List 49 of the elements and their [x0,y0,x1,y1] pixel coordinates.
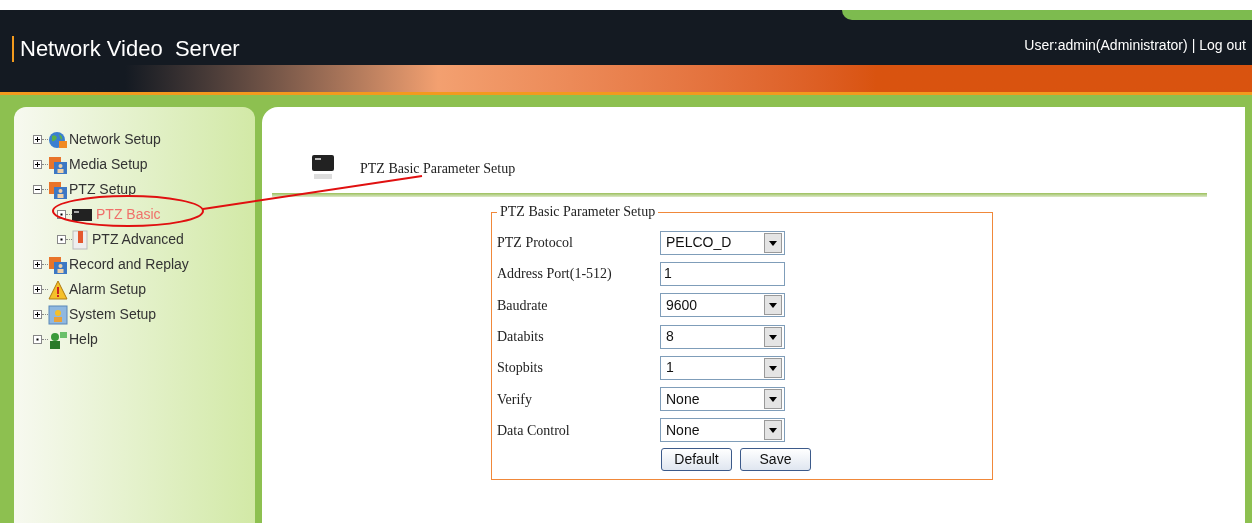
tree-item[interactable]: Alarm Setup [69,279,147,300]
expand-icon[interactable] [33,260,42,269]
field-label: Data Control [497,421,571,440]
document-icon [72,229,88,250]
field-label: Databits [497,328,545,347]
dropdown[interactable]: PELCO_D [660,230,785,255]
field-label: Stopbits [497,359,544,378]
field-label: PTZ Protocol [497,234,574,253]
folder-person-icon [48,179,68,200]
user-label: User:admin(Administrator) [1024,36,1188,55]
page-title: PTZ Basic Parameter Setup [360,159,516,178]
logout-link[interactable]: Log out [1199,35,1246,56]
app-title: Network Video Server [20,35,240,63]
expand-icon[interactable] [33,285,42,294]
monitor-icon [312,155,334,181]
expand-icon[interactable] [33,135,42,144]
tree-item[interactable]: Help [69,329,98,350]
tree-item[interactable]: PTZ Advanced [92,229,184,250]
dropdown[interactable]: None [660,387,785,412]
expand-icon[interactable] [33,160,42,169]
folder-person-icon [48,154,68,175]
tree-item[interactable]: System Setup [69,304,157,325]
fieldset-legend: PTZ Basic Parameter Setup [497,203,659,221]
dropdown[interactable]: 1 [660,355,785,380]
field-label: Verify [497,390,533,409]
leaf-node-icon[interactable] [33,335,42,344]
leaf-node-icon[interactable] [57,210,66,219]
input-field[interactable]: 1 [660,261,785,286]
folder-person-icon [48,254,68,275]
field-label: Address Port(1-512) [497,265,613,284]
field-label: Baudrate [497,296,549,315]
leaf-node-icon[interactable] [57,235,66,244]
globe-icon [48,129,68,150]
form-button[interactable]: Default [661,448,732,472]
dropdown[interactable]: None [660,418,785,443]
person-badge-icon [48,304,68,325]
tree-item[interactable]: Network Setup [69,129,161,150]
people-icon [48,329,68,350]
tree-item[interactable]: Record and Replay [69,254,189,275]
form-button[interactable]: Save [740,448,811,472]
tree-item[interactable]: Media Setup [69,154,148,175]
separator-text: | [1191,36,1196,55]
warning-icon [48,279,68,300]
tree-item[interactable]: PTZ Setup [69,179,136,200]
collapse-icon[interactable] [33,185,42,194]
dropdown[interactable]: 8 [660,324,785,349]
dropdown[interactable]: 9600 [660,293,785,318]
monitor-icon [72,208,92,221]
expand-icon[interactable] [33,310,42,319]
